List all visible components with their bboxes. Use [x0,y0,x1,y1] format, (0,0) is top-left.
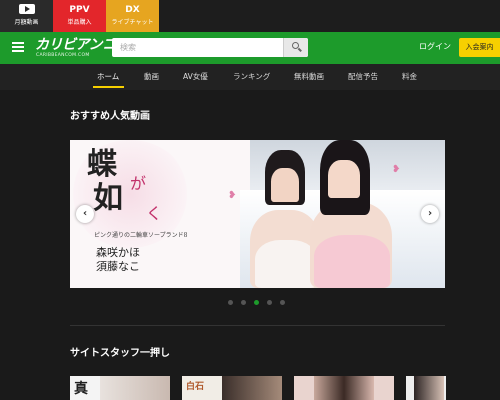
top-category-bar: 月額動画 PPV 単品購入 DX ライブチャット [0,0,500,32]
category-ppv[interactable]: PPV 単品購入 [53,0,106,32]
category-label: 月額動画 [14,19,39,26]
thumbnail-title: 真 [74,381,88,397]
section-title-recommended: おすすめ人気動画 [70,111,150,122]
carousel-dot[interactable] [228,300,233,305]
site-logo-subtext: CARIBBEANCOM.COM [36,53,90,58]
staff-pick-thumbnail[interactable] [406,376,446,400]
category-live-chat[interactable]: DX ライブチャット [106,0,159,32]
banner-subtitle: ピンク通りの二輪車ソープランド8 [94,232,188,239]
carousel-dot[interactable] [267,300,272,305]
banner-actress-name: 須藤なこ [96,260,140,273]
category-monthly-video[interactable]: 月額動画 [0,0,53,32]
carousel-prev-button[interactable]: ‹ [76,205,94,223]
butterfly-icon: ❥ [392,164,401,175]
search-bar [112,38,308,57]
play-icon [0,0,53,18]
banner-title-char: 如 [93,181,123,216]
category-glyph: DX [125,5,140,15]
staff-pick-thumbnail[interactable]: 白石 [182,376,282,400]
carousel-dot[interactable] [241,300,246,305]
active-tab-indicator [93,86,124,88]
section-divider [70,325,445,326]
tab-ranking[interactable]: ランキング [233,64,270,90]
carousel-slide[interactable]: 蝶 が 如 く ピンク通りの二輪車ソープランド8 森咲かほ 須藤なこ ❥ ❥ [70,140,445,288]
tab-schedule[interactable]: 配信予告 [348,64,378,90]
carousel-dot-active[interactable] [254,300,259,305]
main-nav: ホーム 動画 AV女優 ランキング 無料動画 配信予告 料金 [0,64,500,90]
category-label: ライブチャット [111,19,154,26]
hamburger-menu-icon[interactable] [12,42,24,52]
category-label: 単品購入 [67,19,92,26]
tab-free-videos[interactable]: 無料動画 [294,64,324,90]
banner-title-char: く [146,204,163,223]
tab-pricing[interactable]: 料金 [402,64,417,90]
banner-title-char: 蝶 [87,147,117,182]
search-button[interactable] [283,38,308,57]
tab-videos[interactable]: 動画 [144,64,159,90]
staff-pick-thumbnail[interactable]: 真 [70,376,170,400]
carousel-next-button[interactable]: › [421,205,439,223]
search-input[interactable] [112,38,284,57]
staff-pick-thumbnail[interactable] [294,376,394,400]
section-title-staff-pick: サイトスタッフ一押し [70,348,170,359]
join-button[interactable]: 入会案内 [459,38,500,57]
category-glyph: PPV [69,5,90,15]
tab-av-actresses[interactable]: AV女優 [183,64,208,90]
carousel-indicators [228,300,288,306]
butterfly-icon: ❥ [228,190,237,201]
banner-title-char: が [130,174,147,193]
login-link[interactable]: ログイン [419,41,451,53]
thumbnail-title: 白石 [186,382,205,392]
carousel-dot[interactable] [280,300,285,305]
